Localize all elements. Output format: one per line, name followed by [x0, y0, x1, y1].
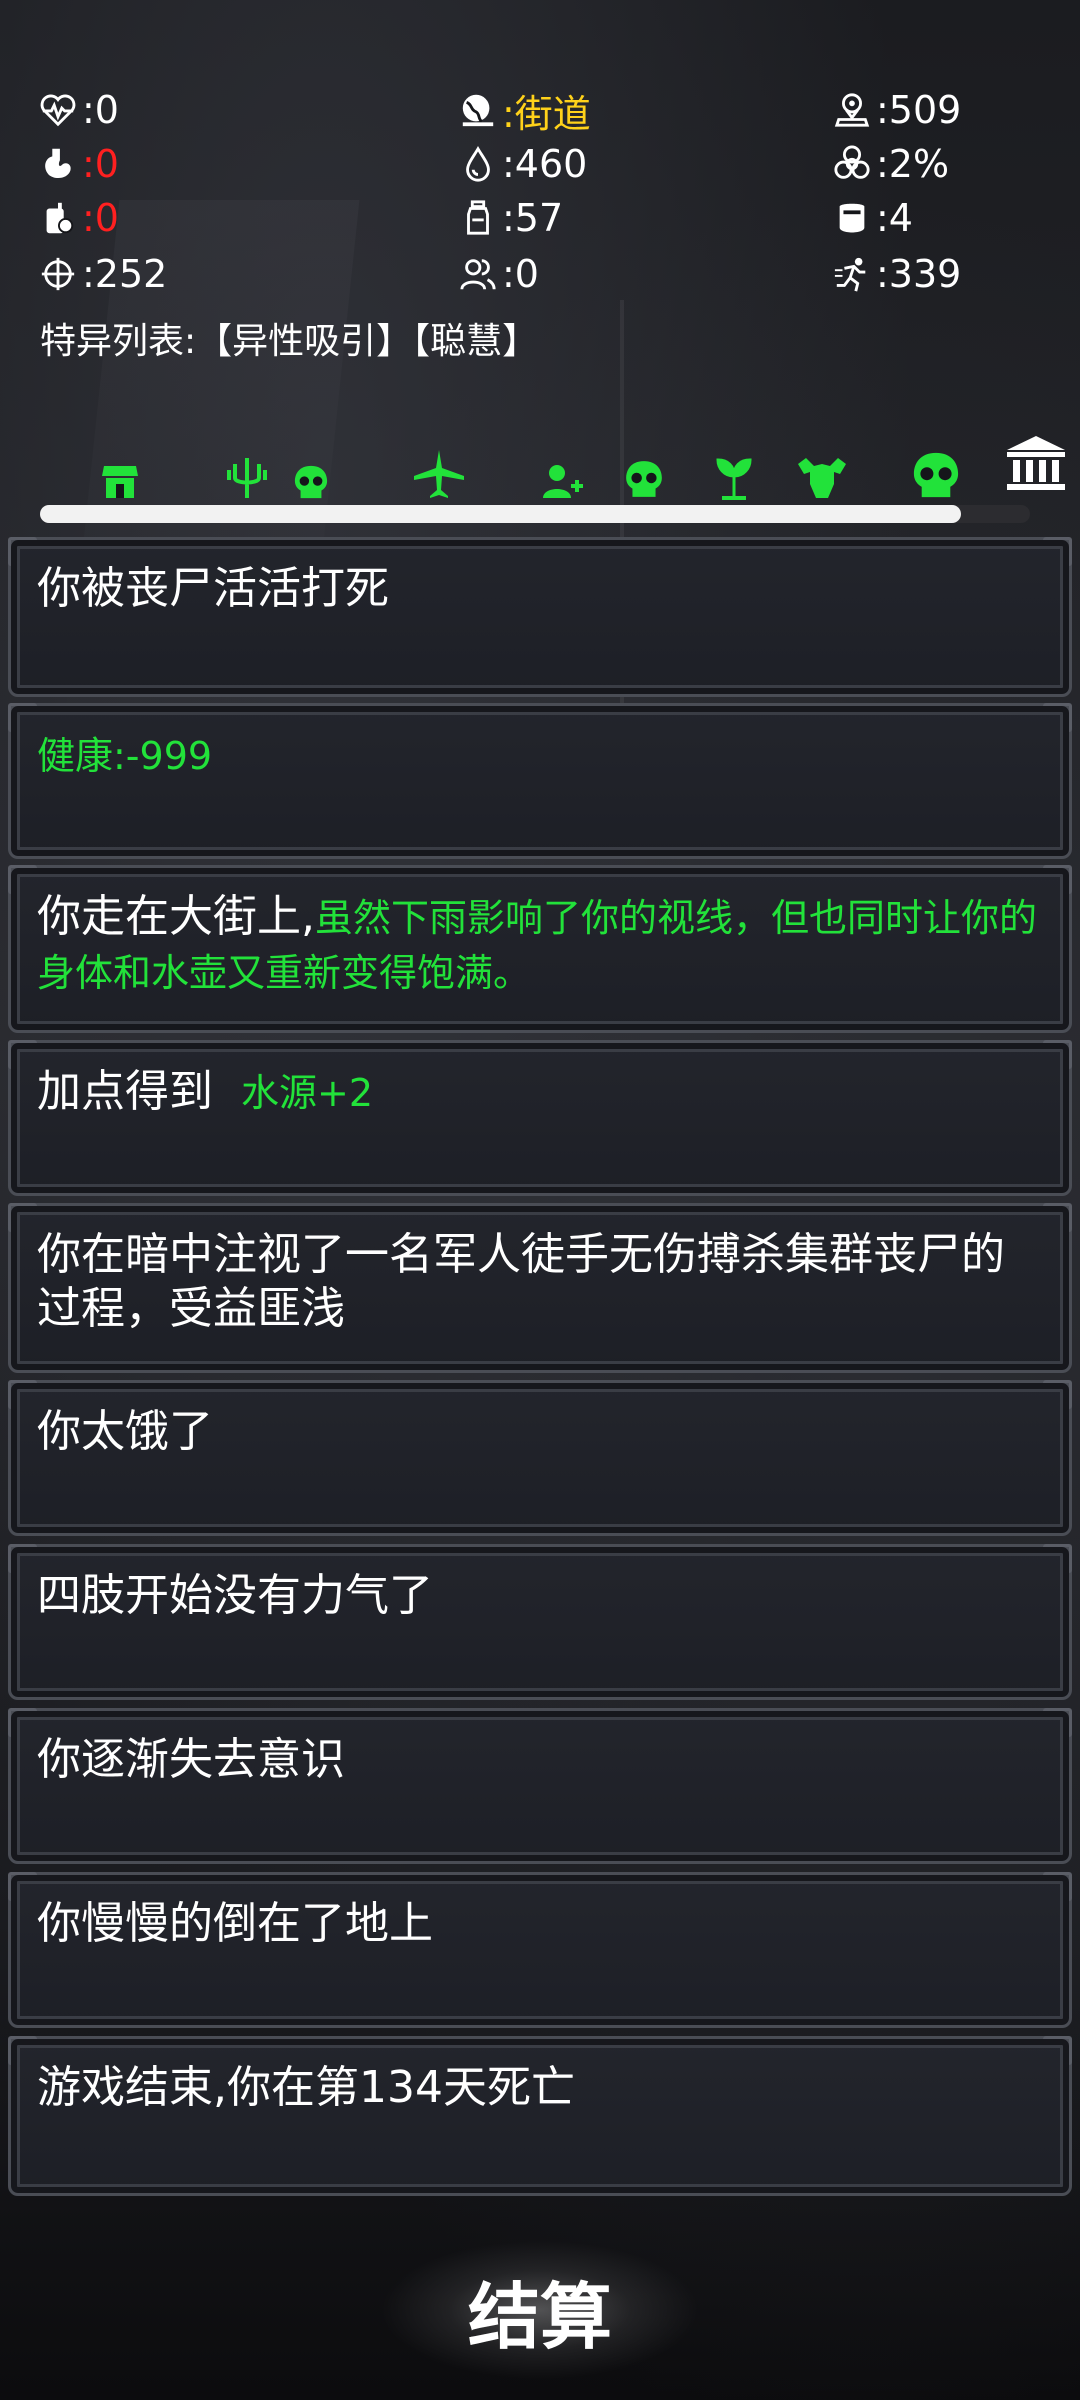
skull-icon[interactable] — [910, 450, 962, 500]
stat-location: :街道 — [456, 84, 591, 136]
armor-icon — [830, 196, 874, 240]
add-user-icon[interactable] — [540, 450, 586, 500]
log-entry-text: 你太饿了 — [37, 1406, 213, 1457]
log-entry: 加点得到 水源+2 — [8, 1040, 1072, 1196]
stat-thirst: :0 — [36, 192, 119, 244]
stat-bottle: :57 — [456, 192, 563, 244]
log-entry-text: 你被丧尸活活打死 — [37, 563, 389, 614]
stat-speed: :339 — [830, 248, 961, 300]
log-entry-effect-text: 水源+2 — [240, 1071, 374, 1115]
log-entry: 你慢慢的倒在了地上 — [8, 1872, 1072, 2028]
stomach-icon — [36, 142, 80, 186]
stat-team-value: :0 — [502, 252, 539, 296]
log-entry: 你走在大街上,虽然下雨影响了你的视线，但也同时让你的身体和水壶又重新变得饱满。 — [8, 865, 1072, 1033]
log-entry-text: 你在暗中注视了一名军人徒手无伤搏杀集群丧尸的过程，受益匪浅 — [37, 1229, 1005, 1334]
stat-location-value: :街道 — [502, 91, 591, 136]
log-entry-text: 你慢慢的倒在了地上 — [37, 1898, 433, 1949]
plant-icon[interactable] — [713, 450, 755, 500]
stat-distance-value: :509 — [876, 88, 962, 132]
skull-icon[interactable] — [291, 450, 331, 500]
log-entry-text: 你走在大街上, — [37, 891, 315, 942]
stat-attack-value: :252 — [82, 252, 168, 296]
stat-hunger: :0 — [36, 138, 119, 190]
stat-distance: :509 — [830, 84, 961, 136]
log-entry: 你逐渐失去意识 — [8, 1708, 1072, 1864]
muscle-icon[interactable] — [794, 450, 850, 500]
stat-infection-value: :2% — [876, 142, 950, 186]
log-entry: 四肢开始没有力气了 — [8, 1544, 1072, 1700]
crosshair-icon — [36, 252, 80, 296]
drink-icon — [36, 196, 80, 240]
timeline-progress-fill — [40, 505, 961, 523]
log-entry: 健康:-999 — [8, 703, 1072, 859]
water-drop-icon — [456, 142, 500, 186]
users-icon — [456, 252, 500, 296]
stat-health-value: :0 — [82, 88, 119, 132]
log-entry: 你被丧尸活活打死 — [8, 537, 1072, 697]
stat-health: :0 — [36, 84, 119, 136]
shop-icon[interactable] — [98, 450, 142, 500]
biohazard-icon — [830, 142, 874, 186]
skull-icon[interactable] — [622, 450, 666, 500]
stat-hunger-value: :0 — [82, 142, 119, 186]
bottle-icon — [456, 196, 500, 240]
running-icon — [830, 252, 874, 296]
stat-armor: :4 — [830, 192, 913, 244]
timeline-progress-bar — [40, 505, 1030, 523]
trident-icon[interactable] — [224, 450, 270, 500]
stat-water: :460 — [456, 138, 587, 190]
log-entry: 你在暗中注视了一名军人徒手无伤搏杀集群丧尸的过程，受益匪浅 — [8, 1203, 1072, 1373]
log-entry: 你太饿了 — [8, 1380, 1072, 1536]
stat-water-value: :460 — [502, 142, 588, 186]
settle-button[interactable]: 结算 — [380, 2240, 700, 2380]
log-entry-text: 游戏结束,你在第134天死亡 — [37, 2062, 575, 2113]
stat-attack: :252 — [36, 248, 167, 300]
stat-infection: :2% — [830, 138, 949, 190]
stat-team: :0 — [456, 248, 539, 300]
stat-bottle-value: :57 — [502, 196, 564, 240]
log-entry-text: 你逐渐失去意识 — [37, 1734, 345, 1785]
map-pin-icon — [830, 88, 874, 132]
plane-icon[interactable] — [412, 450, 466, 500]
stats-panel: :0 :0 :0 :252 :街道 :460 :57:0:509:2%:… — [0, 80, 1080, 362]
log-entry-text: 四肢开始没有力气了 — [37, 1570, 433, 1621]
stat-thirst-value: :0 — [82, 196, 119, 240]
stat-speed-value: :339 — [876, 252, 962, 296]
log-entry-effect-text: 健康:-999 — [37, 734, 213, 778]
log-entry: 游戏结束,你在第134天死亡 — [8, 2036, 1072, 2196]
stat-armor-value: :4 — [876, 196, 913, 240]
traits-list: 特异列表:【异性吸引】【聪慧】 — [40, 321, 539, 362]
log-entry-text: 加点得到 — [37, 1066, 213, 1117]
globe-pin-icon — [456, 88, 500, 132]
bank-icon[interactable] — [1004, 436, 1068, 492]
heart-pulse-icon — [36, 88, 80, 132]
